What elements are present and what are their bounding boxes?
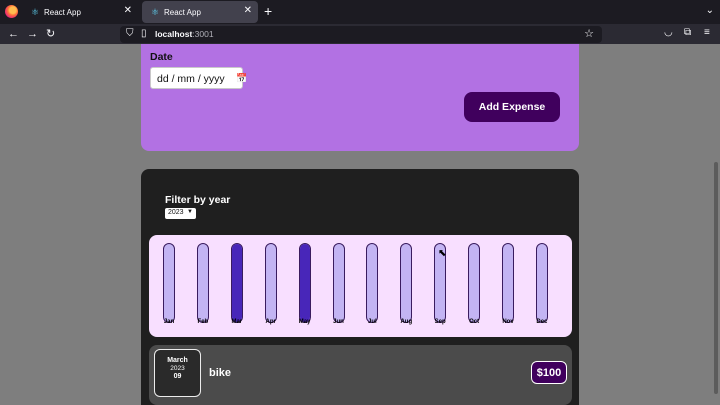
scrollbar[interactable] — [712, 44, 720, 405]
expense-day: 09 — [173, 373, 182, 380]
expense-year: 2023 — [170, 365, 185, 372]
date-input[interactable]: dd / mm / yyyy 📅 — [150, 67, 247, 89]
chart-label: Aug — [400, 319, 413, 325]
close-icon[interactable]: ✕ — [244, 5, 252, 16]
scroll-thumb[interactable] — [714, 162, 718, 394]
extensions-icon[interactable]: ⧉ — [684, 27, 691, 38]
filter-label: Filter by year — [165, 194, 231, 206]
chart-label: Dec — [536, 319, 548, 325]
new-tab-icon[interactable]: + — [264, 3, 272, 19]
chart-bar-fill — [231, 244, 242, 322]
chart-label: Nov — [502, 319, 514, 325]
chart-bar-apr — [264, 243, 277, 323]
mouse-cursor-icon: ⬉ — [438, 248, 447, 259]
calendar-icon[interactable]: 📅 — [236, 73, 247, 84]
react-icon: ⚛ — [30, 7, 40, 17]
pocket-icon[interactable]: ◡ — [664, 27, 673, 38]
year-select[interactable]: 2023 ▼ — [165, 208, 196, 219]
year-select-value: 2023 — [168, 209, 184, 216]
new-expense-form: Date dd / mm / yyyy 📅 Add Expense — [141, 44, 579, 151]
tab-react-app-1[interactable]: ⚛ React App ✕ — [22, 1, 138, 23]
chart-label: Apr — [265, 319, 276, 325]
chart-label: Sep — [434, 319, 446, 325]
chart-bar-feb — [196, 243, 209, 323]
bookmark-star-icon[interactable]: ☆ — [584, 27, 594, 40]
chart-bar-jun — [332, 243, 345, 323]
date-label: Date — [150, 51, 173, 63]
chevron-down-icon[interactable]: ⌄ — [706, 5, 714, 16]
firefox-icon[interactable] — [5, 5, 18, 18]
expense-title: bike — [209, 367, 232, 379]
expense-price: $100 — [531, 361, 567, 384]
close-icon[interactable]: ✕ — [124, 5, 132, 16]
page-icon[interactable]: ▯ — [141, 28, 147, 39]
chart-bar-oct — [468, 243, 481, 323]
add-expense-button[interactable]: Add Expense — [464, 92, 560, 122]
chart-label: Jan — [163, 319, 175, 325]
tab-label: React App — [164, 7, 201, 17]
expenses-panel: Filter by year 2023 ▼ Jan Feb Mar Apr May Jun… — [141, 169, 579, 405]
expense-item: March 2023 09 bike $100 — [149, 345, 572, 405]
expense-date: March 2023 09 — [154, 349, 201, 397]
browser-nav-bar: ← → ↻ ⛉ ▯ localhost:3001 ☆ ◡ ⧉ ≡ — [0, 24, 720, 44]
tab-react-app-2[interactable]: ⚛ React App ✕ — [142, 1, 258, 23]
page-viewport: Date dd / mm / yyyy 📅 Add Expense Filter… — [0, 44, 712, 405]
chart-bar-mar — [230, 243, 243, 323]
chart-bar-jan — [163, 243, 175, 323]
react-icon: ⚛ — [150, 7, 160, 17]
chart-label: Oct — [469, 319, 480, 325]
chart-bar-nov — [502, 243, 514, 323]
date-placeholder: dd / mm / yyyy — [157, 73, 225, 85]
expense-month: March — [167, 357, 188, 364]
chart-label: Feb — [197, 319, 209, 325]
chart-bar-jul — [366, 243, 379, 323]
chart-bar-may — [298, 243, 311, 323]
chart-bar-aug — [400, 243, 413, 323]
menu-icon[interactable]: ≡ — [704, 27, 710, 38]
tab-label: React App — [44, 7, 81, 17]
chart-label: Mar — [231, 319, 243, 325]
chart-label: May — [298, 319, 311, 325]
chart-bar-dec — [535, 243, 548, 323]
forward-icon[interactable]: → — [27, 26, 38, 42]
url-bar[interactable]: ⛉ ▯ localhost:3001 ☆ — [120, 26, 602, 43]
chart-bar-fill — [299, 244, 310, 322]
chart-label: Jul — [368, 319, 377, 325]
shield-icon[interactable]: ⛉ — [126, 28, 134, 39]
reload-icon[interactable]: ↻ — [46, 26, 55, 42]
back-icon[interactable]: ← — [8, 26, 19, 42]
browser-tab-bar: ⚛ React App ✕ ⚛ React App ✕ + ⌄ — [0, 0, 720, 24]
expenses-chart: Jan Feb Mar Apr May Jun Jul Aug Sep Oct Nov Dec — [149, 235, 572, 337]
url-text[interactable]: localhost:3001 — [155, 29, 214, 39]
chart-label: Jun — [333, 319, 344, 325]
chevron-down-icon: ▼ — [187, 209, 193, 215]
